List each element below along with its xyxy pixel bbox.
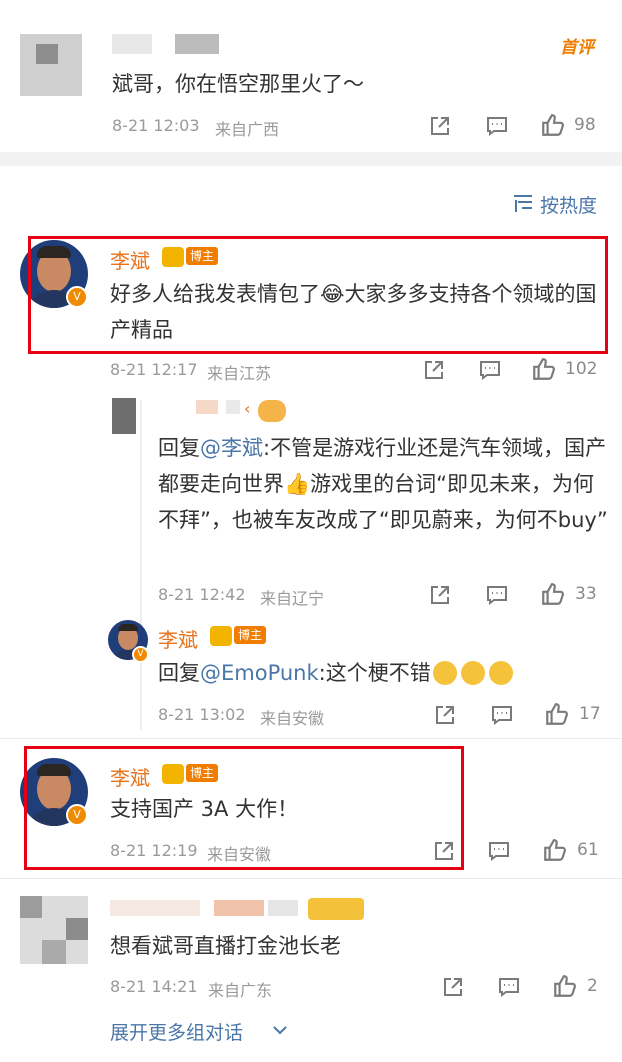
- share-icon[interactable]: [441, 975, 465, 999]
- thread-line: [140, 400, 142, 730]
- reply-body: :这个梗不错: [318, 661, 431, 685]
- share-icon[interactable]: [428, 114, 452, 138]
- sort-button[interactable]: 按热度: [540, 191, 597, 218]
- comment-location: 来自广东: [208, 981, 273, 1000]
- like-count: 17: [579, 704, 601, 724]
- username-blur: [268, 900, 298, 916]
- avatar-blur: [66, 918, 88, 940]
- avatar-blur: [36, 44, 58, 64]
- expand-more-link[interactable]: 展开更多组对话: [110, 1018, 243, 1045]
- reply-text: 回复@李斌:不管是游戏行业还是汽车领域，国产都要走向世界👍游戏里的台词“即见未来…: [158, 430, 608, 538]
- like-icon[interactable]: [540, 112, 566, 138]
- like-count: 2: [587, 976, 598, 996]
- like-icon[interactable]: [542, 837, 568, 863]
- chevron-down-icon[interactable]: [272, 1024, 288, 1036]
- comment-time: 8-21 12:03: [112, 116, 200, 135]
- comment-icon[interactable]: [485, 114, 509, 138]
- reply-text: 回复@EmoPunk:这个梗不错: [158, 655, 598, 691]
- highlight-box: [24, 746, 464, 870]
- reply-prefix: 回复: [158, 661, 200, 685]
- like-icon[interactable]: [552, 973, 578, 999]
- share-icon[interactable]: [428, 583, 452, 607]
- avatar[interactable]: [112, 398, 136, 434]
- comment-icon[interactable]: [497, 975, 521, 999]
- like-count: 61: [577, 840, 599, 860]
- avatar-blur: [42, 940, 66, 964]
- comment-location: 来自辽宁: [260, 589, 325, 608]
- crown-badge-icon: [210, 626, 232, 646]
- comment-icon[interactable]: [485, 583, 509, 607]
- laugh-emoji-icon: [432, 661, 457, 685]
- comment-location: 来自安徽: [260, 709, 325, 728]
- username-blur: [112, 34, 152, 54]
- sort-icon[interactable]: [512, 191, 534, 213]
- mention-link[interactable]: @EmoPunk: [200, 661, 319, 685]
- like-icon[interactable]: [540, 581, 566, 607]
- share-icon[interactable]: [433, 703, 457, 727]
- comment-location: 来自江苏: [207, 364, 272, 383]
- crown-badge-icon: [258, 400, 286, 422]
- comment-time: 8-21 13:02: [158, 705, 246, 724]
- verified-icon: V: [132, 646, 149, 663]
- highlight-box: [28, 236, 608, 354]
- reply-prefix: 回复: [158, 436, 200, 460]
- comment-time: 8-21 12:17: [110, 360, 198, 379]
- mention-link[interactable]: @李斌: [200, 436, 263, 460]
- username-blur: [110, 900, 200, 916]
- divider: [0, 878, 622, 879]
- comment-text: 想看斌哥直播打金池长老: [110, 934, 341, 958]
- username-blur: [226, 400, 240, 414]
- crown-badge-icon: [308, 898, 364, 920]
- like-count: 102: [565, 359, 598, 379]
- comment-location: 来自广西: [215, 120, 280, 139]
- username-blur: [175, 34, 219, 54]
- section-divider: [0, 152, 622, 166]
- comment-text: 斌哥，你在悟空那里火了～: [112, 72, 364, 96]
- reply-author[interactable]: 李斌: [158, 624, 198, 653]
- comment-time: 8-21 12:42: [158, 585, 246, 604]
- first-comment-badge: 首评: [560, 38, 594, 58]
- laugh-emoji-icon: [488, 661, 513, 685]
- divider: [0, 738, 622, 739]
- chevron-icon: ‹: [244, 399, 251, 418]
- avatar-blur: [20, 896, 42, 918]
- like-count: 98: [574, 115, 596, 135]
- comment-icon[interactable]: [478, 358, 502, 382]
- like-icon[interactable]: [531, 356, 557, 382]
- like-icon[interactable]: [544, 701, 570, 727]
- share-icon[interactable]: [422, 358, 446, 382]
- comment-icon[interactable]: [487, 839, 511, 863]
- username-blur: [196, 400, 218, 414]
- author-badge: 博主: [234, 626, 267, 644]
- comment-icon[interactable]: [490, 703, 514, 727]
- username-blur: [214, 900, 264, 916]
- comment-time: 8-21 14:21: [110, 977, 198, 996]
- like-count: 33: [575, 584, 597, 604]
- laugh-emoji-icon: [460, 661, 485, 685]
